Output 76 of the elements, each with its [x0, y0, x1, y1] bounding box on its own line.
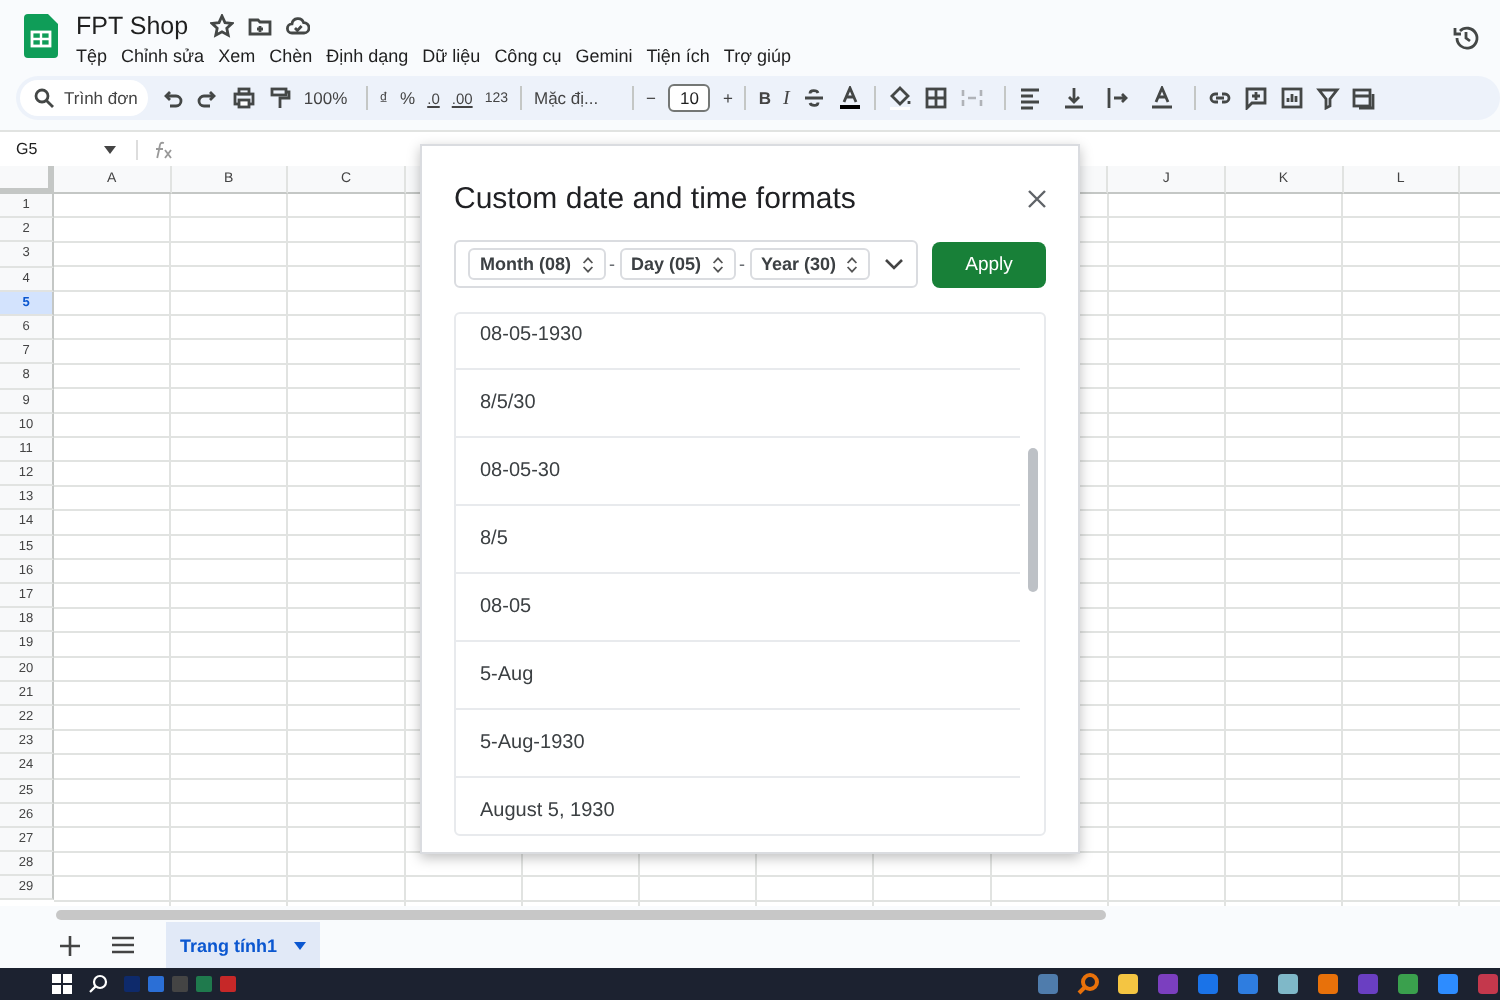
add-sheet-icon[interactable]: [60, 935, 80, 955]
app-icon[interactable]: [1276, 972, 1300, 996]
menu-item[interactable]: Chèn: [269, 45, 313, 65]
sheet-tab[interactable]: Trang tính1: [166, 922, 320, 968]
percent-button[interactable]: %: [400, 88, 416, 108]
menu-item[interactable]: Gemini: [575, 45, 633, 65]
fill-color-icon[interactable]: [887, 86, 912, 110]
borders-icon[interactable]: [923, 86, 948, 110]
format-part-chip[interactable]: Day (05): [619, 248, 736, 280]
comment-icon[interactable]: [1243, 86, 1268, 110]
menu-search-field[interactable]: Trình đơn: [20, 80, 148, 116]
menu-item[interactable]: Tệp: [76, 45, 108, 65]
paint-format-icon[interactable]: [267, 86, 292, 110]
italic-button[interactable]: I: [783, 87, 790, 109]
undo-icon[interactable]: [159, 86, 184, 110]
up-down-arrow-icon: [846, 255, 859, 273]
menu-item[interactable]: Tiện ích: [646, 45, 710, 65]
search-icon: [34, 88, 54, 108]
format-part-chip[interactable]: Month (08): [468, 248, 605, 280]
menu-item[interactable]: Xem: [218, 45, 256, 65]
chevron-down-icon[interactable]: [884, 258, 904, 270]
document-title[interactable]: FPT Shop: [76, 11, 189, 39]
font-dropdown[interactable]: Mặc đị...: [534, 88, 620, 108]
format-option[interactable]: 5-Aug-1930: [456, 710, 1020, 778]
star-icon[interactable]: [210, 13, 235, 37]
function-icon: [150, 139, 174, 159]
strikethrough-icon[interactable]: [801, 86, 826, 110]
font-size-field[interactable]: 10: [667, 84, 711, 112]
up-down-arrow-icon: [581, 255, 593, 273]
up-down-arrow-icon: [711, 255, 724, 273]
text-color-icon[interactable]: [837, 86, 862, 110]
history-icon[interactable]: [1452, 24, 1480, 52]
increase-font-size-button[interactable]: +: [722, 88, 733, 108]
chart-icon[interactable]: [1279, 86, 1304, 110]
decrease-font-size-button[interactable]: −: [646, 88, 656, 108]
close-icon[interactable]: [1028, 189, 1046, 207]
app-icon[interactable]: [1316, 972, 1340, 996]
name-box[interactable]: G5: [16, 140, 92, 158]
menu-item[interactable]: Trợ giúp: [723, 45, 792, 65]
zoom-dropdown[interactable]: 100%: [303, 88, 354, 108]
folder-icon[interactable]: [248, 13, 273, 37]
app-icon[interactable]: [1116, 972, 1140, 996]
scrollbar[interactable]: [1028, 448, 1038, 592]
print-icon[interactable]: [231, 86, 256, 110]
format-option[interactable]: 8/5: [456, 506, 1020, 574]
menu-item[interactable]: Định dạng: [326, 45, 409, 65]
app-icon[interactable]: [1396, 972, 1420, 996]
format-option[interactable]: 5-Aug: [456, 642, 1020, 710]
separator-text: -: [609, 254, 615, 274]
caret-icon[interactable]: [293, 941, 306, 949]
menu-item[interactable]: Dữ liệu: [422, 45, 481, 65]
currency-button[interactable]: ₫: [379, 88, 389, 108]
dialog-title: Custom date and time formats: [454, 181, 856, 215]
menu-item[interactable]: Chỉnh sửa: [121, 45, 205, 65]
scrollbar[interactable]: [56, 910, 1106, 920]
bold-button[interactable]: B: [758, 88, 772, 108]
caret-icon[interactable]: [104, 145, 116, 153]
format-option[interactable]: August 5, 1930: [456, 778, 1020, 834]
menu-item[interactable]: Công cụ: [494, 45, 562, 65]
format-builder-field[interactable]: Month (08) - Day (05) - Year (30): [454, 240, 918, 288]
windows-icon[interactable]: [52, 974, 72, 994]
cloud-icon[interactable]: [286, 13, 311, 37]
app-icon[interactable]: [1076, 972, 1100, 996]
apply-button[interactable]: Apply: [932, 241, 1046, 287]
format-option[interactable]: 08-05: [456, 574, 1020, 642]
format-option[interactable]: 8/5/30: [456, 370, 1020, 438]
app-icon[interactable]: [1436, 972, 1460, 996]
separator-text: -: [739, 254, 746, 274]
format-option[interactable]: 08-05-1930: [456, 314, 1020, 370]
sheet-list-icon[interactable]: [112, 936, 134, 954]
sheets-logo-icon: [24, 14, 58, 58]
redo-icon[interactable]: [195, 86, 220, 110]
format-option[interactable]: 08-05-30: [456, 438, 1020, 506]
search-icon[interactable]: [88, 974, 108, 994]
format-part-chip[interactable]: Year (30): [749, 248, 871, 280]
filter-icon[interactable]: [1315, 86, 1340, 110]
